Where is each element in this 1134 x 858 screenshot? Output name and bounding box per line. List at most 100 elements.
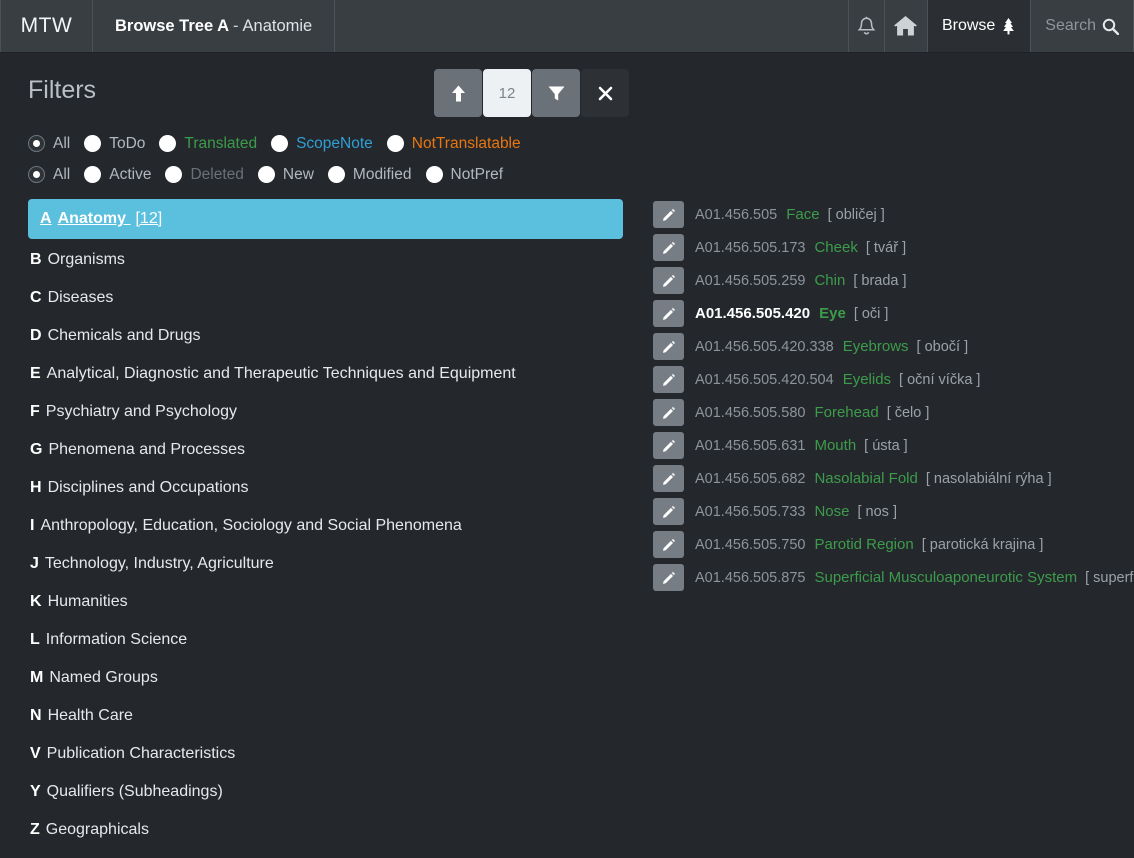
edit-term-button[interactable] bbox=[653, 531, 684, 558]
scroll-up-button[interactable] bbox=[434, 69, 482, 117]
radio-notpref[interactable]: NotPref bbox=[425, 165, 504, 184]
pencil-icon bbox=[661, 405, 676, 420]
term-row[interactable]: A01.456.505 Face [ obličej ] bbox=[653, 198, 1134, 231]
tree-item-anatomy[interactable]: A Anatomy [12] bbox=[28, 199, 623, 239]
term-row[interactable]: A01.456.505.259 Chin [ brada ] bbox=[653, 264, 1134, 297]
radio-modified[interactable]: Modified bbox=[327, 166, 412, 184]
term-name: Eyelids bbox=[842, 371, 892, 388]
edit-term-button[interactable] bbox=[653, 267, 684, 294]
result-count-button[interactable]: 12 bbox=[483, 69, 531, 117]
up-arrow-icon bbox=[450, 84, 467, 103]
tree-item-named-groups[interactable]: M Named Groups bbox=[28, 659, 623, 697]
pencil-icon bbox=[661, 207, 676, 222]
tab-search[interactable]: Search bbox=[1031, 0, 1134, 52]
tab-browse-label: Browse bbox=[941, 17, 996, 34]
edit-term-button[interactable] bbox=[653, 564, 684, 591]
tree-item-letter: D bbox=[30, 327, 42, 344]
pencil-icon bbox=[661, 504, 676, 519]
radio-label: NotPref bbox=[450, 165, 504, 183]
radio-label: NotTranslatable bbox=[411, 134, 521, 152]
radio-todo[interactable]: ToDo bbox=[84, 135, 145, 153]
radio-label: All bbox=[53, 165, 71, 183]
term-name: Eye bbox=[819, 305, 846, 322]
radio-all[interactable]: All bbox=[28, 135, 70, 153]
term-translation: [ nos ] bbox=[857, 503, 898, 520]
tree-item-information-science[interactable]: L Information Science bbox=[28, 621, 623, 659]
radio-dot-icon bbox=[28, 135, 45, 152]
term-row[interactable]: A01.456.505.420.338 Eyebrows [ obočí ] bbox=[653, 330, 1134, 363]
tree-item-disciplines-and-occupations[interactable]: H Disciplines and Occupations bbox=[28, 469, 623, 507]
term-row[interactable]: A01.456.505.420 Eye [ oči ] bbox=[653, 297, 1134, 330]
edit-term-button[interactable] bbox=[653, 498, 684, 525]
radio-active[interactable]: Active bbox=[84, 166, 151, 184]
term-row[interactable]: A01.456.505.580 Forehead [ čelo ] bbox=[653, 396, 1134, 429]
tree-item-organisms[interactable]: B Organisms bbox=[28, 241, 623, 279]
tree-item-text: Z Geographicals bbox=[30, 821, 149, 839]
term-row[interactable]: A01.456.505.733 Nose [ nos ] bbox=[653, 495, 1134, 528]
radio-translated[interactable]: Translated bbox=[159, 135, 257, 153]
edit-term-button[interactable] bbox=[653, 234, 684, 261]
tree-item-technology-industry-agriculture[interactable]: J Technology, Industry, Agriculture bbox=[28, 545, 623, 583]
home-icon[interactable] bbox=[885, 0, 928, 52]
bell-icon[interactable] bbox=[849, 0, 885, 52]
radio-new[interactable]: New bbox=[257, 166, 314, 184]
edit-term-button[interactable] bbox=[653, 465, 684, 492]
edit-term-button[interactable] bbox=[653, 366, 684, 393]
tree-item-analytical-diagnostic-and-therapeutic-techniques-and-equipment[interactable]: E Analytical, Diagnostic and Therapeutic … bbox=[28, 355, 623, 393]
radio-label: All bbox=[53, 134, 71, 152]
edit-term-button[interactable] bbox=[653, 201, 684, 228]
tree-item-text: M Named Groups bbox=[30, 669, 158, 687]
term-row[interactable]: A01.456.505.420.504 Eyelids [ oční víčka ] bbox=[653, 363, 1134, 396]
tree-item-label: Anthropology, Education, Sociology and S… bbox=[40, 517, 462, 534]
tree-item-psychiatry-and-psychology[interactable]: F Psychiatry and Psychology bbox=[28, 393, 623, 431]
edit-term-button[interactable] bbox=[653, 333, 684, 360]
radio-scopenote[interactable]: ScopeNote bbox=[271, 135, 373, 153]
tree-item-letter: I bbox=[30, 517, 35, 534]
term-row[interactable]: A01.456.505.173 Cheek [ tvář ] bbox=[653, 231, 1134, 264]
term-translation: [ brada ] bbox=[853, 272, 907, 289]
tree-item-qualifiers-subheadings-[interactable]: Y Qualifiers (Subheadings) bbox=[28, 773, 623, 811]
tree-item-anthropology-education-sociology-and-social-phenomena[interactable]: I Anthropology, Education, Sociology and … bbox=[28, 507, 623, 545]
tree-item-humanities[interactable]: K Humanities bbox=[28, 583, 623, 621]
edit-term-button[interactable] bbox=[653, 300, 684, 327]
tree-item-text: A Anatomy [12] bbox=[40, 210, 162, 228]
tree-item-publication-characteristics[interactable]: V Publication Characteristics bbox=[28, 735, 623, 773]
tree-item-health-care[interactable]: N Health Care bbox=[28, 697, 623, 735]
tree-item-phenomena-and-processes[interactable]: G Phenomena and Processes bbox=[28, 431, 623, 469]
tree-item-label: Technology, Industry, Agriculture bbox=[44, 555, 274, 572]
tree-item-chemicals-and-drugs[interactable]: D Chemicals and Drugs bbox=[28, 317, 623, 355]
tree-item-label: Geographicals bbox=[45, 821, 149, 838]
tree-item-diseases[interactable]: C Diseases bbox=[28, 279, 623, 317]
edit-term-button[interactable] bbox=[653, 432, 684, 459]
radio-deleted[interactable]: Deleted bbox=[165, 166, 244, 184]
tree-item-letter: L bbox=[30, 631, 40, 648]
tree-item-letter: K bbox=[30, 593, 42, 610]
radio-dot-icon bbox=[386, 135, 404, 152]
radio-all[interactable]: All bbox=[28, 166, 70, 184]
evergreen-tree-icon bbox=[1001, 17, 1016, 35]
filter-funnel-button[interactable] bbox=[532, 69, 580, 117]
close-icon bbox=[598, 86, 613, 101]
close-filters-button[interactable] bbox=[581, 69, 629, 117]
term-row[interactable]: A01.456.505.750 Parotid Region [ parotická… bbox=[653, 528, 1134, 561]
term-row[interactable]: A01.456.505.875 Superficial Musculoaponeu… bbox=[653, 561, 1134, 594]
tree-item-geographicals[interactable]: Z Geographicals bbox=[28, 811, 623, 849]
tab-browse[interactable]: Browse bbox=[927, 0, 1032, 52]
app-logo[interactable]: MTW bbox=[0, 0, 93, 52]
tree-item-label: Qualifiers (Subheadings) bbox=[46, 783, 223, 800]
term-translation: [ superficiální muskuloaponeurotický sys… bbox=[1085, 569, 1134, 586]
breadcrumb-main[interactable]: Browse Tree A bbox=[115, 17, 229, 36]
tree-category-list: A Anatomy [12] B Organisms C Diseases D Chemica… bbox=[28, 199, 623, 849]
tree-item-label: Health Care bbox=[47, 707, 133, 724]
radio-nottranslatable[interactable]: NotTranslatable bbox=[386, 134, 521, 153]
edit-term-button[interactable] bbox=[653, 399, 684, 426]
tree-item-letter: A bbox=[40, 210, 52, 227]
term-row[interactable]: A01.456.505.682 Nasolabial Fold [ nasolabi… bbox=[653, 462, 1134, 495]
radio-label: ToDo bbox=[109, 134, 146, 152]
tree-item-text: I Anthropology, Education, Sociology and … bbox=[30, 517, 462, 535]
term-code: A01.456.505 bbox=[695, 206, 778, 223]
tree-item-text: C Diseases bbox=[30, 289, 113, 307]
term-row[interactable]: A01.456.505.631 Mouth [ ústa ] bbox=[653, 429, 1134, 462]
radio-label: Active bbox=[109, 165, 152, 183]
tree-item-letter: G bbox=[30, 441, 43, 458]
